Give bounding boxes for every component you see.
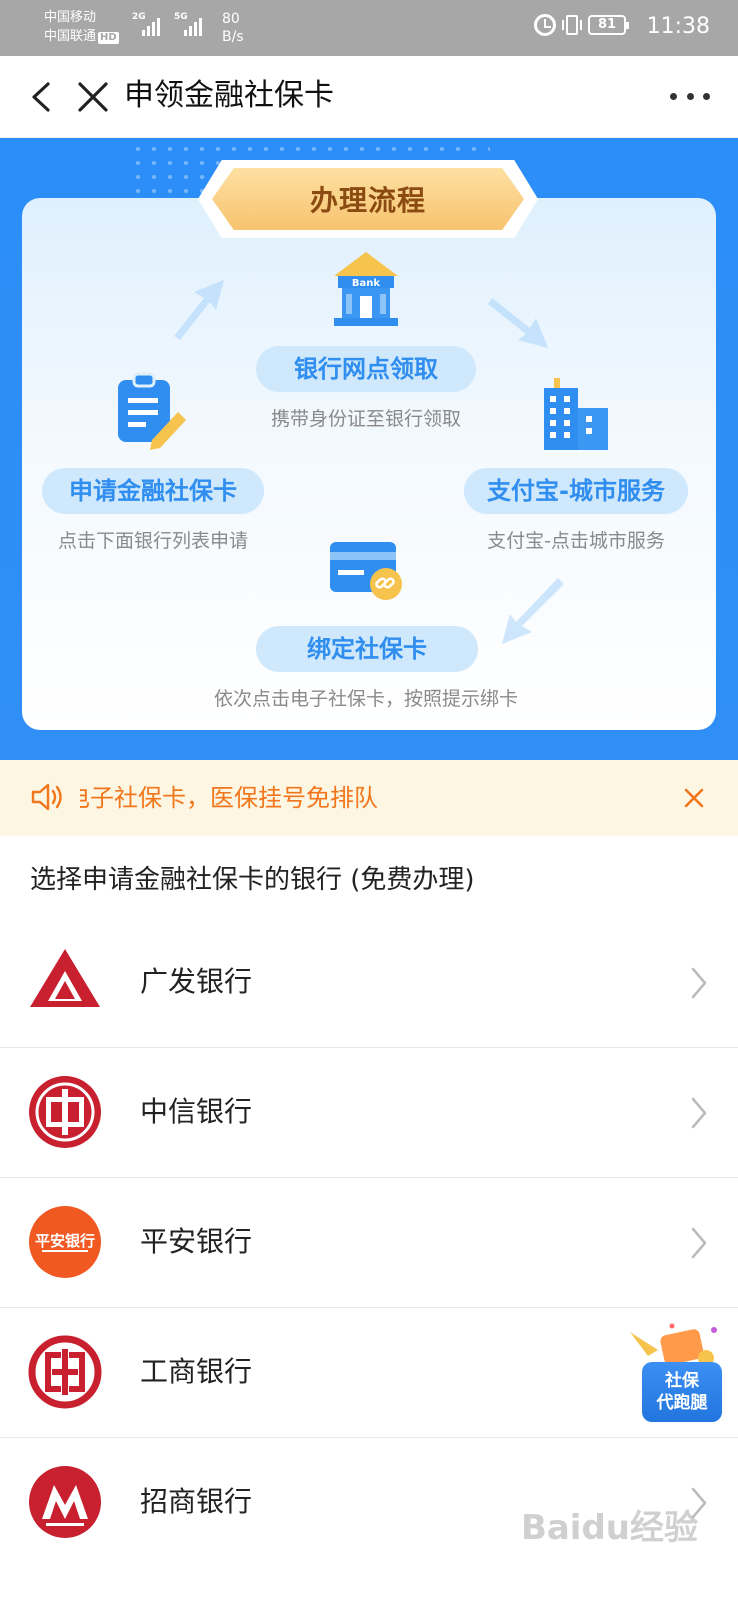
citic-bank-logo-icon <box>29 1076 101 1148</box>
process-title: 办理流程 <box>309 184 426 217</box>
notice-bar[interactable]: 电子社保卡，医保挂号免排队 <box>0 760 738 836</box>
bank-row-guangfa[interactable]: 广发银行 <box>0 918 738 1048</box>
step-label-pickup: 银行网点领取 <box>256 346 476 392</box>
bank-icon-text: Bank <box>352 278 380 289</box>
battery-icon: 81 <box>588 15 629 35</box>
notice-close-icon[interactable] <box>680 784 708 812</box>
guangfa-bank-logo-icon <box>30 949 100 1007</box>
bank-name: 中信银行 <box>140 1095 253 1128</box>
nav-bar: 申领金融社保卡 <box>0 56 738 138</box>
social-security-errand-button[interactable]: 社保 代跑腿 <box>628 1322 724 1428</box>
bank-name: 平安银行 <box>140 1225 253 1258</box>
carrier-info: 中国移动 中国联通 HD <box>44 8 119 46</box>
float-badge-line2: 代跑腿 <box>656 1393 708 1413</box>
bank-building-icon: Bank <box>334 252 398 326</box>
page-title: 申领金融社保卡 <box>124 78 334 113</box>
city-buildings-icon <box>544 378 608 450</box>
chevron-right-icon <box>691 1097 707 1129</box>
pingan-bank-logo-icon: 平安银行 <box>29 1206 101 1278</box>
section-title: 选择申请金融社保卡的银行 (免费办理) <box>30 865 475 895</box>
flow-arrow-icon <box>502 578 564 644</box>
clipboard-icon <box>118 372 186 450</box>
icbc-bank-logo-icon <box>28 1335 102 1409</box>
float-badge-label: 社保 代跑腿 <box>642 1362 722 1422</box>
card-link-icon <box>330 542 402 600</box>
alarm-icon <box>534 14 556 36</box>
step-desc-pickup: 携带身份证至银行领取 <box>270 408 461 430</box>
vibrate-icon <box>562 15 582 35</box>
cmb-bank-logo-icon <box>29 1466 101 1538</box>
notice-message: 电子社保卡，医保挂号免排队 <box>80 784 378 812</box>
bank-name: 招商银行 <box>140 1485 253 1518</box>
process-banner: 办理流程 Bank 银行网点领取 携带身份证至银行领取 申请金融社保卡 点击下面… <box>0 138 738 760</box>
network-speed: 80 B/s <box>222 10 244 46</box>
svg-text:平安银行: 平安银行 <box>35 1232 95 1250</box>
speed-unit: B/s <box>222 29 244 45</box>
chevron-right-icon <box>691 967 707 999</box>
bank-name: 广发银行 <box>140 965 253 998</box>
signal-icon: 2G <box>132 12 160 36</box>
speaker-icon <box>31 783 62 811</box>
bank-row-citic[interactable]: 中信银行 <box>0 1048 738 1178</box>
bank-name: 工商银行 <box>140 1355 253 1388</box>
more-menu-icon[interactable] <box>670 78 710 114</box>
notice-text: 电子社保卡，医保挂号免排队 <box>80 778 640 818</box>
step-desc-alipay: 支付宝-点击城市服务 <box>487 530 665 552</box>
chevron-right-icon <box>691 1227 707 1259</box>
signal-icon-2: 5G <box>174 12 202 36</box>
network-label-1: 2G <box>132 12 146 22</box>
process-ribbon: 办理流程 <box>198 160 538 238</box>
step-label-alipay: 支付宝-城市服务 <box>464 468 688 514</box>
flow-arrow-icon <box>488 298 548 348</box>
step-label-apply: 申请金融社保卡 <box>42 468 264 514</box>
bank-row-pingan[interactable]: 平安银行 平安银行 <box>0 1178 738 1308</box>
watermark: Baidu经验 <box>520 1508 698 1548</box>
float-badge-line1: 社保 <box>665 1371 699 1391</box>
back-arrow-icon[interactable] <box>24 78 62 116</box>
carrier-2: 中国联通 <box>44 29 97 44</box>
clock: 11:38 <box>646 14 710 39</box>
step-desc-apply: 点击下面银行列表申请 <box>57 530 248 552</box>
hd-badge: HD <box>98 32 119 44</box>
carrier-1: 中国移动 <box>44 10 97 25</box>
network-label-2: 5G <box>174 12 188 22</box>
close-icon[interactable] <box>74 78 112 116</box>
step-desc-bind: 依次点击电子社保卡，按照提示绑卡 <box>213 688 518 710</box>
speed-value: 80 <box>222 11 240 27</box>
flow-arrow-icon <box>174 280 224 340</box>
step-label-bind: 绑定社保卡 <box>256 626 478 672</box>
status-bar: 中国移动 中国联通 HD 2G 5G 80 B/s 81 11:38 <box>0 0 738 56</box>
